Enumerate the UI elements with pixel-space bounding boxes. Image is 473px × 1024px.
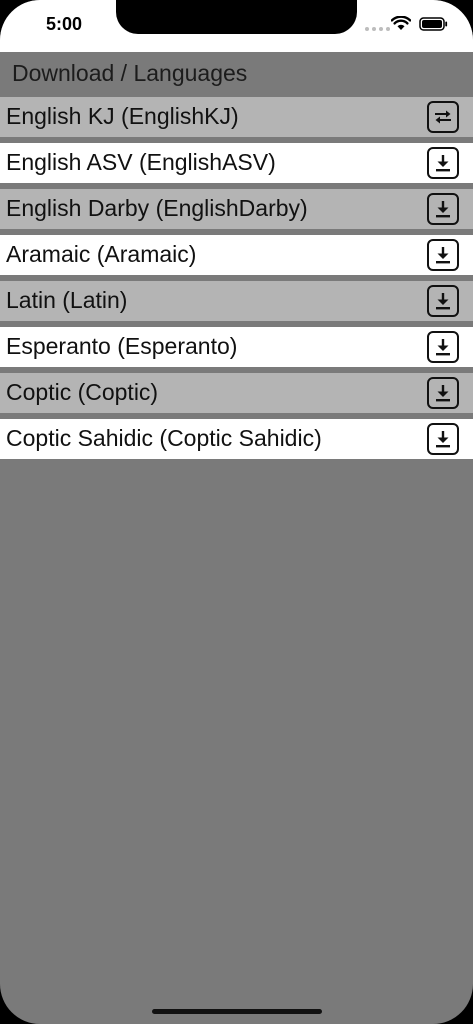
- language-row[interactable]: Esperanto (Esperanto): [0, 327, 473, 367]
- language-row[interactable]: English KJ (EnglishKJ): [0, 97, 473, 137]
- language-label: Latin (Latin): [6, 287, 128, 313]
- language-label: English KJ (EnglishKJ): [6, 103, 239, 129]
- page-title: Download / Languages: [12, 60, 248, 86]
- download-icon: [433, 245, 453, 265]
- language-label: English Darby (EnglishDarby): [6, 195, 308, 221]
- download-icon: [433, 199, 453, 219]
- language-row[interactable]: Latin (Latin): [0, 281, 473, 321]
- status-time: 5:00: [46, 14, 83, 34]
- download-icon: [433, 291, 453, 311]
- language-row[interactable]: Aramaic (Aramaic): [0, 235, 473, 275]
- language-label: Coptic Sahidic (Coptic Sahidic): [6, 425, 322, 451]
- home-indicator: [152, 1009, 322, 1014]
- download-button[interactable]: [427, 193, 459, 225]
- language-row[interactable]: Coptic Sahidic (Coptic Sahidic): [0, 419, 473, 459]
- battery-icon: [419, 17, 448, 31]
- download-button[interactable]: [427, 147, 459, 179]
- download-icon: [433, 383, 453, 403]
- cellular-signal-icon: [365, 27, 390, 31]
- language-label: Aramaic (Aramaic): [6, 241, 197, 267]
- download-button[interactable]: [427, 377, 459, 409]
- language-row[interactable]: English Darby (EnglishDarby): [0, 189, 473, 229]
- language-list: English KJ (EnglishKJ) English ASV (Engli…: [0, 97, 473, 465]
- swap-arrows-icon: [432, 107, 454, 127]
- language-label: Esperanto (Esperanto): [6, 333, 238, 359]
- wifi-icon: [391, 16, 411, 30]
- download-button[interactable]: [427, 331, 459, 363]
- download-icon: [433, 429, 453, 449]
- phone-screen: 5:00 Download / Languages English KJ (En…: [0, 0, 473, 1024]
- language-label: Coptic (Coptic): [6, 379, 159, 405]
- language-label: English ASV (EnglishASV): [6, 149, 276, 175]
- language-row[interactable]: English ASV (EnglishASV): [0, 143, 473, 183]
- download-icon: [433, 153, 453, 173]
- switch-language-button[interactable]: [427, 101, 459, 133]
- notch: [116, 0, 357, 34]
- download-button[interactable]: [427, 285, 459, 317]
- nav-header: Download / Languages: [0, 52, 473, 96]
- download-button[interactable]: [427, 239, 459, 271]
- download-icon: [433, 337, 453, 357]
- language-row[interactable]: Coptic (Coptic): [0, 373, 473, 413]
- download-button[interactable]: [427, 423, 459, 455]
- status-bar: 5:00: [0, 0, 473, 52]
